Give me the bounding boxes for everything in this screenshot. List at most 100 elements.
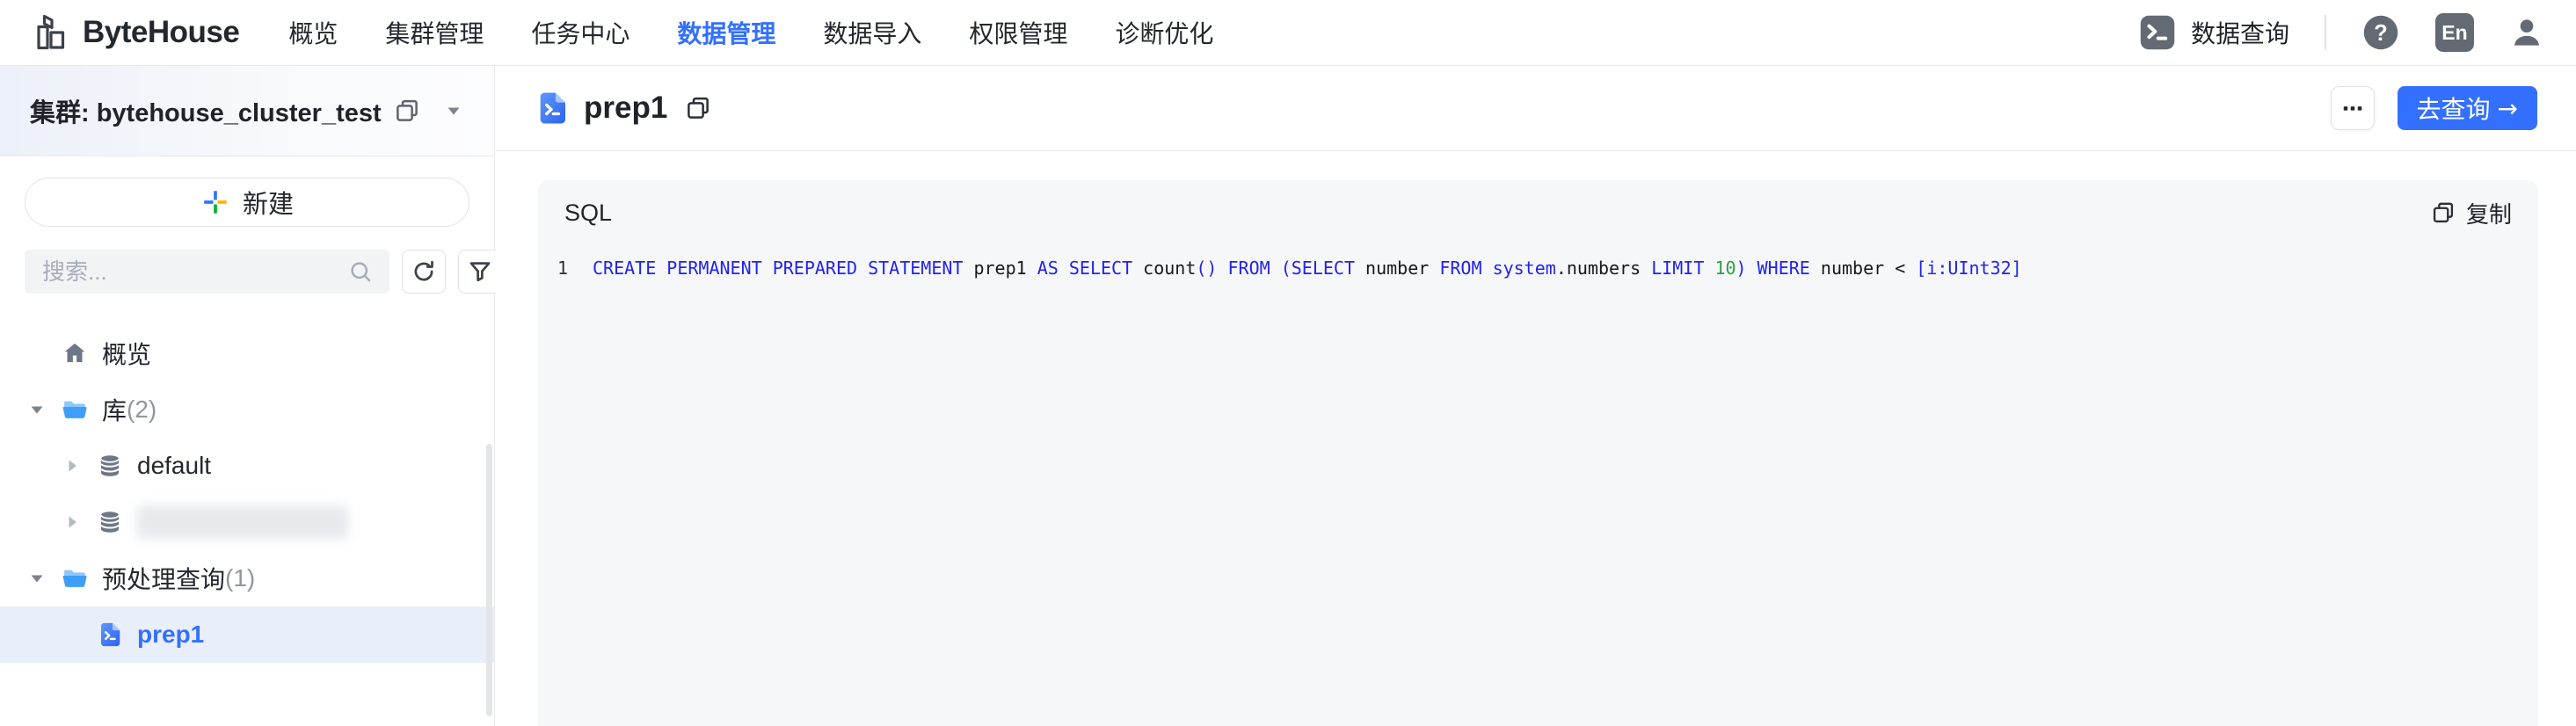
arrow-right-icon: → <box>2497 93 2518 123</box>
sql-token-keyword: AS SELECT <box>1037 258 1133 279</box>
caret-spacer <box>62 624 83 645</box>
plus-icon <box>200 187 230 217</box>
bytehouse-logo[interactable]: ByteHouse <box>32 12 240 53</box>
logo-text: ByteHouse <box>83 15 240 49</box>
copy-title-icon[interactable] <box>685 95 711 121</box>
new-button[interactable]: 新建 <box>25 178 469 227</box>
copy-icon <box>2431 200 2456 225</box>
tree-item-overview[interactable]: 概览 <box>0 325 494 381</box>
tree-item-db-redacted[interactable] <box>0 494 494 550</box>
prepared-statement-icon <box>535 91 570 126</box>
tree-item-databases-folder[interactable]: 库 (2) <box>0 381 494 438</box>
go-query-button[interactable]: 去查询 → <box>2397 86 2537 130</box>
folder-icon <box>62 565 88 592</box>
nav-item-permission-management[interactable]: 权限管理 <box>969 15 1067 50</box>
terminal-icon <box>2138 13 2177 52</box>
sql-panel-title: SQL <box>564 199 613 226</box>
refresh-icon <box>411 258 437 285</box>
search-icon <box>347 258 374 285</box>
sql-token-plain: number < <box>1809 258 1917 279</box>
primary-nav: 概览 集群管理 任务中心 数据管理 数据导入 权限管理 诊断优化 <box>288 15 1213 50</box>
copy-sql-button[interactable]: 复制 <box>2431 197 2512 229</box>
sql-token-plain: number <box>1355 258 1440 279</box>
search-box[interactable] <box>25 250 389 294</box>
language-toggle[interactable]: En <box>2435 13 2474 52</box>
cluster-selector[interactable]: 集群: bytehouse_cluster_test <box>0 66 494 156</box>
sidebar: 集群: bytehouse_cluster_test 新建 概览 库 <box>0 66 502 726</box>
page-title: prep1 <box>584 91 668 125</box>
sidebar-scrollbar-thumb[interactable] <box>486 444 492 716</box>
main-content: prep1 去查询 → SQL 复制 1 CREATE PERMANENT PR… <box>496 66 2576 726</box>
svg-text:?: ? <box>2374 21 2388 46</box>
sql-token-keyword: FROM <box>1227 258 1270 279</box>
caret-right-icon[interactable] <box>62 512 83 533</box>
nav-item-task-center[interactable]: 任务中心 <box>531 15 629 50</box>
line-number: 1 <box>557 258 569 279</box>
folder-icon <box>62 396 88 423</box>
sql-token-keyword: [i:UInt32] <box>1916 258 2022 279</box>
tree-item-label: default <box>137 452 212 479</box>
caret-down-icon[interactable] <box>26 568 47 589</box>
cluster-label: 集群: bytehouse_cluster_test <box>30 99 382 127</box>
sql-panel-header: SQL 复制 <box>538 180 2538 245</box>
chevron-down-icon <box>443 100 464 121</box>
tree-item-prep1[interactable]: prep1 <box>0 606 494 663</box>
nav-item-diagnostics[interactable]: 诊断优化 <box>1115 15 1213 50</box>
bytehouse-logo-icon <box>32 12 72 53</box>
sql-token-plain <box>1747 258 1757 279</box>
database-icon <box>97 453 123 479</box>
search-row <box>25 250 502 294</box>
sql-token-plain: count <box>1132 258 1197 279</box>
caret-down-icon[interactable] <box>26 399 47 420</box>
new-button-label: 新建 <box>242 191 294 219</box>
redacted-label <box>137 505 348 539</box>
user-avatar-icon[interactable] <box>2509 15 2544 50</box>
topbar: ByteHouse 概览 集群管理 任务中心 数据管理 数据导入 权限管理 诊断优化 数据查… <box>0 0 2576 66</box>
tree-item-db-default[interactable]: default <box>0 438 494 494</box>
header-actions: 去查询 → <box>2330 86 2537 130</box>
go-query-label: 去查询 <box>2416 96 2491 123</box>
sql-code-editor[interactable]: 1 CREATE PERMANENT PREPARED STATEMENT pr… <box>538 245 2538 287</box>
sql-token-keyword: system <box>1492 258 1556 279</box>
sql-token-keyword: CREATE PERMANENT PREPARED STATEMENT <box>593 258 964 279</box>
sql-token-plain <box>1482 258 1493 279</box>
sql-panel: SQL 复制 1 CREATE PERMANENT PREPARED STATE… <box>538 180 2538 726</box>
nav-item-data-import[interactable]: 数据导入 <box>823 15 921 50</box>
caret-spacer <box>26 343 47 364</box>
sql-token-plain <box>1704 258 1714 279</box>
main-header: prep1 去查询 → <box>496 66 2576 151</box>
sql-token-plain: .numbers <box>1555 258 1652 279</box>
refresh-button[interactable] <box>402 250 446 294</box>
help-icon[interactable]: ? <box>2361 13 2400 52</box>
data-query-entry[interactable]: 数据查询 <box>2138 13 2289 52</box>
search-input[interactable] <box>40 257 338 287</box>
sql-token-plain: prep1 <box>963 258 1037 279</box>
tree-item-count: (2) <box>127 396 157 423</box>
caret-right-icon[interactable] <box>62 455 83 476</box>
copy-sql-label: 复制 <box>2465 200 2512 228</box>
sql-token-number: 10 <box>1714 258 1736 279</box>
tree-item-count: (1) <box>225 564 256 592</box>
sql-token-keyword: () <box>1196 258 1218 279</box>
sql-token-keyword: WHERE <box>1757 258 1810 279</box>
ellipsis-icon <box>2340 95 2366 121</box>
home-icon <box>62 340 88 367</box>
sql-code-line: CREATE PERMANENT PREPARED STATEMENT prep… <box>593 249 2022 287</box>
title-group: prep1 <box>535 91 711 126</box>
sql-token-keyword: LIMIT <box>1651 258 1705 279</box>
sql-token-plain <box>1270 258 1281 279</box>
nav-item-cluster-management[interactable]: 集群管理 <box>385 15 484 50</box>
tree-item-label: prep1 <box>137 621 205 648</box>
tree-item-label: 库 <box>102 397 127 425</box>
more-button[interactable] <box>2330 86 2375 130</box>
sql-token-keyword: FROM <box>1439 258 1482 279</box>
tree-item-prepared-queries-folder[interactable]: 预处理查询 (1) <box>0 550 494 606</box>
nav-item-data-management[interactable]: 数据管理 <box>677 15 775 50</box>
object-tree: 概览 库 (2) default 预处理查询 (1) prep1 <box>0 325 494 663</box>
sql-token-plain <box>1217 258 1227 279</box>
copy-cluster-icon[interactable] <box>394 98 420 124</box>
database-icon <box>97 509 123 535</box>
nav-item-overview[interactable]: 概览 <box>288 15 338 50</box>
topbar-right: 数据查询 ? En <box>2138 13 2544 52</box>
sql-token-keyword: (SELECT <box>1280 258 1356 279</box>
